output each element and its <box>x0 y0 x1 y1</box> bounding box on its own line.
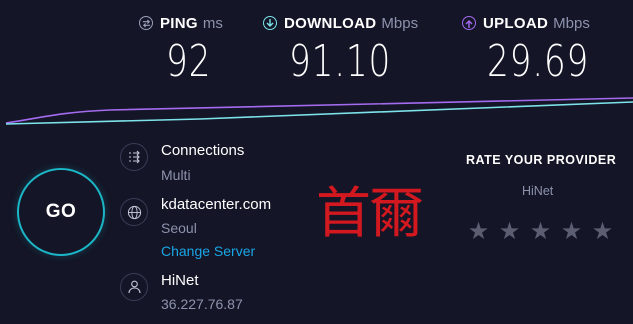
upload-graph-line <box>5 97 633 124</box>
client-isp: HiNet <box>161 272 199 289</box>
upload-value: 29.69 <box>487 36 590 87</box>
go-button-label: GO <box>45 201 77 222</box>
upload-icon <box>462 16 476 30</box>
rate-provider-name: HiNet <box>522 184 554 198</box>
star-2-icon[interactable]: ★ <box>497 218 522 244</box>
ping-metric: PING ms 92 <box>139 12 223 87</box>
go-button[interactable]: GO <box>17 168 105 256</box>
connections-icon <box>120 143 148 171</box>
star-3-icon[interactable]: ★ <box>528 218 553 244</box>
ping-unit: ms <box>202 14 223 32</box>
client-ip: 36.227.76.87 <box>161 296 243 312</box>
star-4-icon[interactable]: ★ <box>559 218 584 244</box>
star-1-icon[interactable]: ★ <box>466 218 491 244</box>
person-icon <box>120 273 148 301</box>
download-metric: DOWNLOAD Mbps 91.10 <box>263 12 419 87</box>
change-server-link[interactable]: Change Server <box>161 243 255 259</box>
upload-unit: Mbps <box>553 14 590 32</box>
ping-icon <box>139 16 153 30</box>
ping-value: 92 <box>166 36 212 87</box>
globe-icon <box>120 198 148 226</box>
city-watermark: 首爾 <box>316 181 424 245</box>
download-unit: Mbps <box>381 14 419 32</box>
speed-graph <box>5 97 633 125</box>
connections-value[interactable]: Multi <box>161 167 191 183</box>
download-value: 91.10 <box>289 36 392 87</box>
download-label: DOWNLOAD <box>284 14 377 32</box>
star-5-icon[interactable]: ★ <box>590 218 615 244</box>
server-city: Seoul <box>161 220 197 236</box>
download-icon <box>263 16 277 30</box>
upload-label: UPLOAD <box>483 14 549 32</box>
connections-title: Connections <box>161 142 245 159</box>
server-host: kdatacenter.com <box>161 196 272 213</box>
rating-stars: ★ ★ ★ ★ ★ <box>466 218 615 244</box>
upload-metric: UPLOAD Mbps 29.69 <box>462 12 590 87</box>
ping-label: PING <box>160 14 198 32</box>
rate-provider-title: RATE YOUR PROVIDER <box>466 153 617 167</box>
